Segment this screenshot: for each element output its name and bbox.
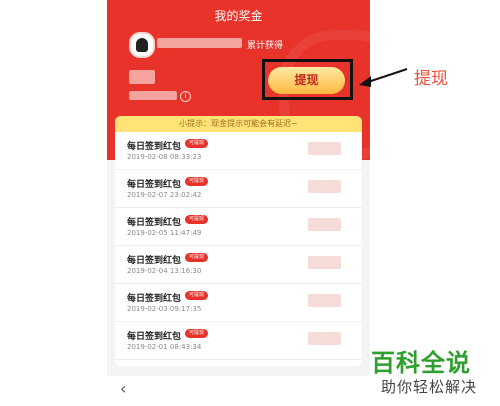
record-title: 每日签到红包 bbox=[127, 332, 182, 342]
record-time: 2019-02-04 13:16:30 bbox=[127, 267, 202, 275]
app-screen: 我的奖金 累计获得 i 提现 小提示：现金提示可能会有延迟~ 每日签到红包 可提… bbox=[107, 0, 370, 406]
withdrawable-badge: 可提现 bbox=[185, 139, 209, 148]
watermark-title: 百科全说 bbox=[371, 349, 471, 377]
record-time: 2019-02-03 09:17:35 bbox=[127, 305, 202, 313]
amount-blurred bbox=[308, 142, 341, 155]
record-title: 每日签到红包 bbox=[127, 218, 182, 228]
record-row[interactable]: 每日签到红包 可提现 2019-02-07 23:02:42 bbox=[115, 170, 362, 208]
record-row[interactable]: 每日签到红包 可提现 2019-02-05 11:47:49 bbox=[115, 208, 362, 246]
username-blurred bbox=[157, 38, 242, 48]
record-time: 2019-02-08 08:33:23 bbox=[127, 153, 202, 161]
info-icon[interactable]: i bbox=[180, 91, 191, 102]
annotation-label: 提现 bbox=[414, 69, 448, 89]
record-time: 2019-02-07 23:02:42 bbox=[127, 191, 202, 199]
withdrawable-badge: 可提现 bbox=[185, 291, 209, 300]
withdrawable-badge: 可提现 bbox=[185, 329, 209, 338]
record-row[interactable]: 每日签到红包 可提现 2019-02-08 08:33:23 bbox=[115, 132, 362, 170]
amount-blurred bbox=[308, 256, 341, 269]
bottom-nav-bar: ‹ bbox=[107, 376, 370, 406]
withdrawable-badge: 可提现 bbox=[185, 177, 209, 186]
record-row[interactable]: 每日签到红包 可提现 2019-02-04 13:16:30 bbox=[115, 246, 362, 284]
record-title: 每日签到红包 bbox=[127, 294, 182, 304]
records-card: 小提示：现金提示可能会有延迟~ 每日签到红包 可提现 2019-02-08 08… bbox=[115, 116, 362, 366]
record-time: 2019-02-05 11:47:49 bbox=[127, 229, 202, 237]
record-row[interactable]: 每日签到红包 可提现 2019-02-03 09:17:35 bbox=[115, 284, 362, 322]
watermark-subtitle: 助你轻松解决 bbox=[381, 378, 478, 396]
record-title: 每日签到红包 bbox=[127, 142, 182, 152]
withdrawable-blurred bbox=[129, 91, 177, 100]
record-time: 2019-02-01 08:43:34 bbox=[127, 343, 202, 351]
withdrawable-badge: 可提现 bbox=[185, 215, 209, 224]
record-row[interactable]: 每日签到红包 可提现 2019-02-01 08:43:34 bbox=[115, 322, 362, 360]
avatar bbox=[129, 32, 155, 58]
arrow-left-icon bbox=[359, 68, 408, 87]
total-amount-blurred bbox=[129, 70, 155, 84]
amount-blurred bbox=[308, 218, 341, 231]
amount-blurred bbox=[308, 180, 341, 193]
record-title: 每日签到红包 bbox=[127, 256, 182, 266]
earned-label: 累计获得 bbox=[247, 41, 284, 51]
highlight-box bbox=[262, 59, 353, 100]
withdrawable-badge: 可提现 bbox=[185, 253, 209, 262]
record-title: 每日签到红包 bbox=[127, 180, 182, 190]
tip-banner: 小提示：现金提示可能会有延迟~ bbox=[115, 116, 362, 132]
amount-blurred bbox=[308, 294, 341, 307]
page-title: 我的奖金 bbox=[214, 9, 263, 23]
amount-blurred bbox=[308, 332, 341, 345]
chevron-left-icon[interactable]: ‹ bbox=[120, 379, 126, 398]
